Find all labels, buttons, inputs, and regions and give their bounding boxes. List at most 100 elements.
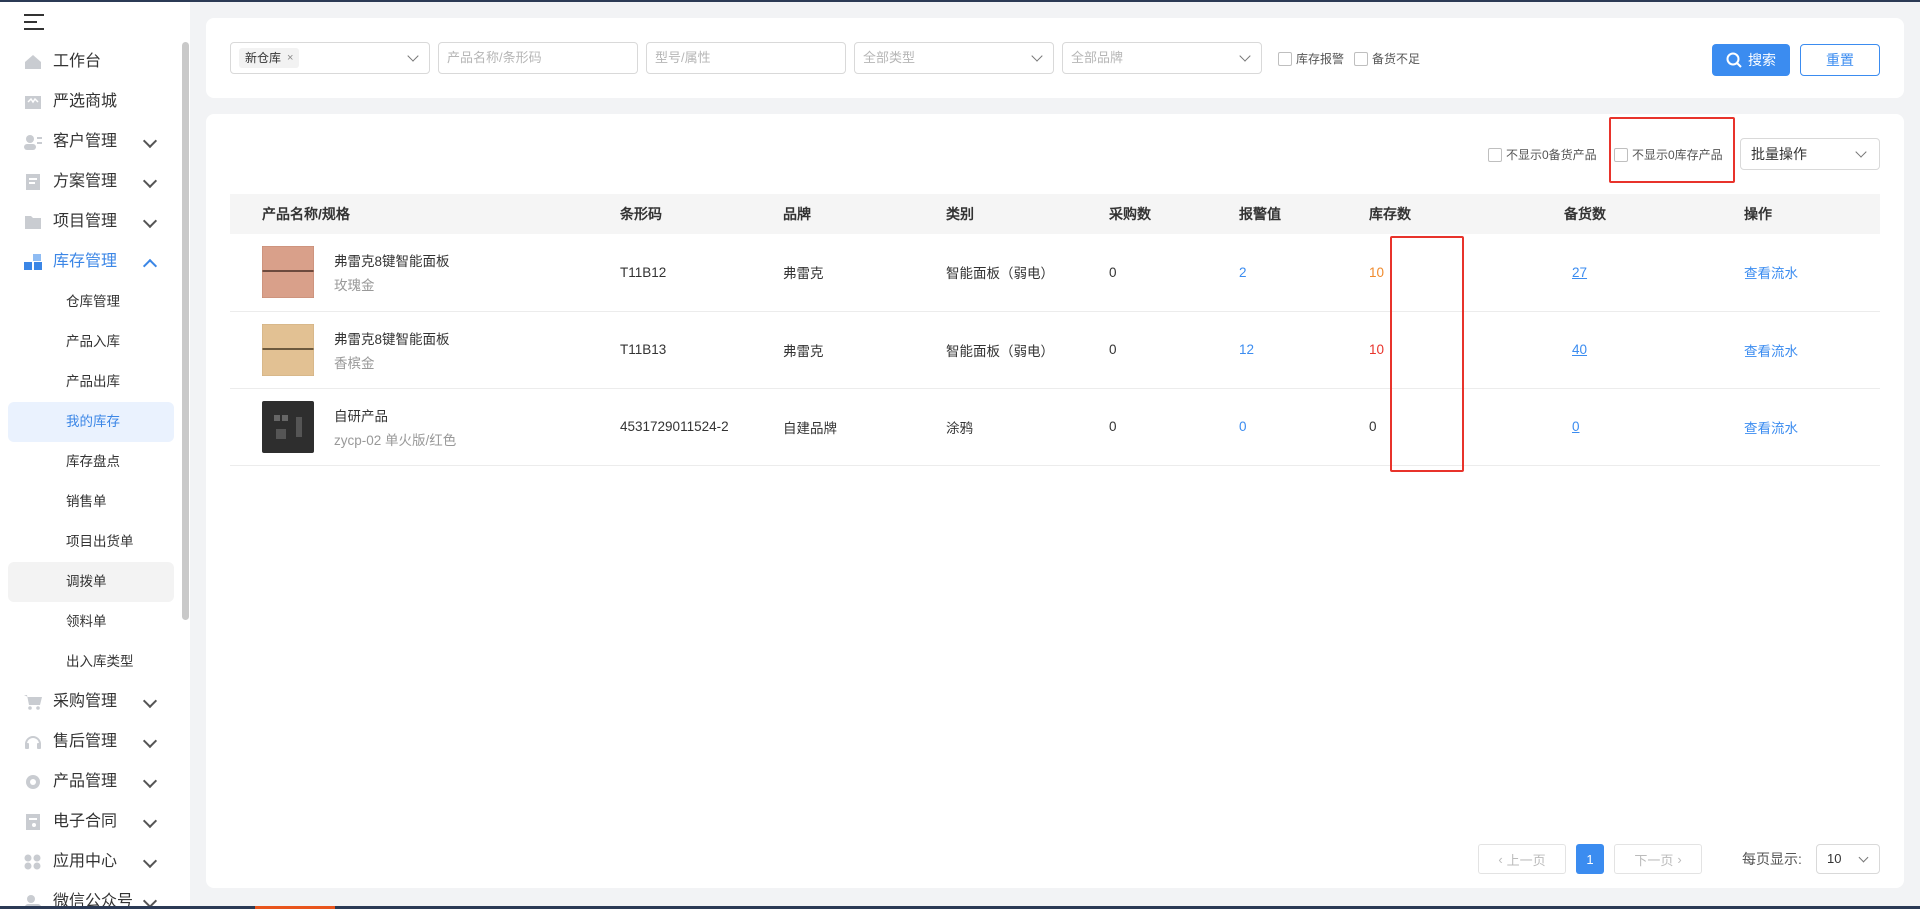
sidebar-item-contracts[interactable]: 电子合同: [0, 802, 178, 842]
stock-cell: 10: [1369, 264, 1385, 280]
type-select[interactable]: 全部类型: [854, 42, 1054, 74]
sidebar-subitem-project-shipment[interactable]: 项目出货单: [8, 522, 174, 562]
hide-zero-stock-checkbox[interactable]: 不显示0库存产品: [1614, 146, 1723, 163]
sidebar-item-label: 项目管理: [53, 213, 118, 230]
sidebar-subitem-io-types[interactable]: 出入库类型: [8, 642, 174, 682]
warehouse-tag: 新仓库 ×: [239, 48, 300, 68]
view-flow-link[interactable]: 查看流水: [1744, 344, 1798, 359]
sidebar-item-inventory[interactable]: 库存管理: [0, 242, 178, 282]
sidebar-subitem-stock-in[interactable]: 产品入库: [8, 322, 174, 362]
warehouse-select[interactable]: 新仓库 ×: [230, 42, 430, 74]
col-header-alarm: 报警值: [1239, 206, 1281, 222]
sidebar-subitem-transfer[interactable]: 调拨单: [8, 562, 174, 602]
product-name: 自研产品: [334, 408, 388, 424]
sidebar-item-wechat[interactable]: 微信公众号: [0, 882, 178, 906]
view-flow-link[interactable]: 查看流水: [1744, 421, 1798, 436]
chevron-down-icon: [142, 773, 158, 789]
prep-shortage-checkbox[interactable]: 备货不足: [1354, 50, 1420, 67]
sidebar-item-label: 电子合同: [53, 813, 118, 830]
sidebar-item-workbench[interactable]: 工作台: [0, 42, 178, 82]
next-page-button[interactable]: 下一页 ›: [1614, 844, 1702, 874]
sidebar-item-customers[interactable]: 客户管理: [0, 122, 178, 162]
sidebar-subitem-label: 项目出货单: [66, 534, 134, 549]
per-page-label: 每页显示:: [1742, 851, 1802, 867]
chevron-down-icon: [142, 853, 158, 869]
shop-icon: [24, 94, 42, 110]
reset-button-label: 重置: [1826, 52, 1854, 68]
page-number: 1: [1586, 851, 1594, 867]
sidebar-item-app-center[interactable]: 应用中心: [0, 842, 178, 882]
prep-link[interactable]: 40: [1572, 342, 1587, 357]
model-input[interactable]: 型号/属性: [646, 42, 846, 74]
product-name-input[interactable]: 产品名称/条形码: [438, 42, 638, 74]
cart-icon: [24, 694, 42, 710]
sidebar-subitem-stock-out[interactable]: 产品出库: [8, 362, 174, 402]
prev-page-button[interactable]: ‹ 上一页: [1478, 844, 1566, 874]
sidebar-subitem-warehouse[interactable]: 仓库管理: [8, 282, 174, 322]
sidebar-item-label: 客户管理: [53, 133, 118, 150]
sidebar-item-after-sales[interactable]: 售后管理: [0, 722, 178, 762]
page-1-button[interactable]: 1: [1576, 844, 1604, 874]
stock-cell: 10: [1369, 342, 1385, 357]
prep-link[interactable]: 27: [1572, 265, 1587, 280]
brand-cell: 自建品牌: [783, 420, 837, 436]
table-header-row: 产品名称/规格 条形码 品牌 类别 采购数 报警值 库存数 备货数 操作: [230, 194, 1880, 234]
chevron-down-icon: [142, 133, 158, 149]
sidebar-item-purchasing[interactable]: 采购管理: [0, 682, 178, 722]
checkbox-box[interactable]: [1488, 147, 1502, 162]
table-row: 自研产品 zycp-02 单火版/红色 4531729011524-2 自建品牌…: [230, 388, 1880, 465]
product-name: 弗雷克8键智能面板: [334, 331, 450, 347]
sidebar-item-plans[interactable]: 方案管理: [0, 162, 178, 202]
col-header-purchase: 采购数: [1109, 206, 1151, 222]
checkbox-box[interactable]: [1614, 147, 1628, 162]
brand-select[interactable]: 全部品牌: [1062, 42, 1262, 74]
sidebar-subitem-my-inventory[interactable]: 我的库存: [8, 402, 174, 442]
chevron-down-icon: [142, 733, 158, 749]
search-button[interactable]: 搜索: [1712, 44, 1790, 76]
view-flow-link[interactable]: 查看流水: [1744, 266, 1798, 281]
search-icon: [1726, 52, 1742, 68]
stock-alarm-checkbox[interactable]: 库存报警: [1278, 50, 1344, 67]
home-icon: [24, 54, 42, 70]
sidebar-item-projects[interactable]: 项目管理: [0, 202, 178, 242]
inventory-table: 产品名称/规格 条形码 品牌 类别 采购数 报警值 库存数 备货数 操作 弗雷克…: [230, 194, 1880, 466]
sidebar-item-label: 采购管理: [53, 693, 118, 710]
chevron-down-icon: [142, 893, 158, 906]
document-icon: [24, 174, 42, 190]
type-placeholder: 全部类型: [863, 50, 916, 65]
per-page-select[interactable]: 10: [1816, 844, 1880, 874]
col-header-barcode: 条形码: [620, 206, 662, 222]
sidebar-item-products[interactable]: 产品管理: [0, 762, 178, 802]
batch-operation-label: 批量操作: [1751, 146, 1807, 162]
sidebar-subitem-label: 产品出库: [66, 374, 120, 389]
sidebar-subitem-stocktake[interactable]: 库存盘点: [8, 442, 174, 482]
prep-link[interactable]: 0: [1572, 419, 1580, 434]
close-icon[interactable]: ×: [287, 48, 293, 68]
chevron-down-icon: [142, 173, 158, 189]
next-page-label: 下一页: [1634, 852, 1674, 868]
menu-collapse-icon[interactable]: [24, 14, 44, 30]
batch-operation-select[interactable]: 批量操作: [1740, 138, 1880, 170]
sidebar-subitem-material-requisition[interactable]: 领料单: [8, 602, 174, 642]
sidebar: 工作台 严选商城 客户管理 方案管理 项目管理 库存管理 仓库管理 产品入库 产…: [0, 2, 190, 906]
barcode-cell: T11B12: [620, 264, 667, 280]
sidebar-subitem-label: 产品入库: [66, 334, 120, 349]
sidebar-scrollbar[interactable]: [182, 42, 189, 620]
sidebar-subitem-sales-order[interactable]: 销售单: [8, 482, 174, 522]
filter-bar: 新仓库 × 产品名称/条形码 型号/属性 全部类型 全部品牌 库存报警 备货不足…: [206, 18, 1904, 98]
purchase-cell: 0: [1109, 264, 1117, 280]
sidebar-item-label: 方案管理: [53, 173, 118, 190]
sidebar-item-label: 售后管理: [53, 733, 118, 750]
model-placeholder: 型号/属性: [655, 50, 711, 65]
checkbox-box[interactable]: [1354, 51, 1368, 66]
barcode-cell: T11B13: [620, 342, 667, 357]
reset-button[interactable]: 重置: [1800, 44, 1880, 76]
wechat-icon: [24, 894, 42, 906]
product-thumbnail: [261, 245, 315, 299]
sidebar-item-mall[interactable]: 严选商城: [0, 82, 178, 122]
customer-icon: [24, 134, 42, 150]
checkbox-box[interactable]: [1278, 51, 1292, 66]
hide-zero-prep-checkbox[interactable]: 不显示0备货产品: [1488, 146, 1597, 163]
purchase-cell: 0: [1109, 419, 1117, 434]
product-spec: zycp-02 单火版/红色: [334, 432, 457, 448]
